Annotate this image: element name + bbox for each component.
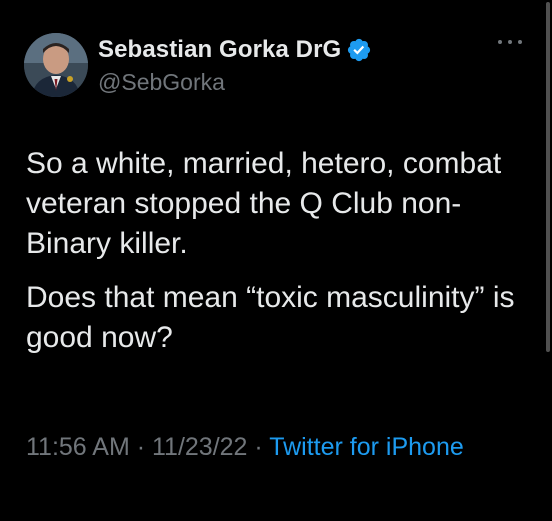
more-dot (498, 40, 502, 44)
tweet-metadata: 11:56 AM · 11/23/22 · Twitter for iPhone (26, 428, 526, 467)
more-dot (508, 40, 512, 44)
display-name-row: Sebastian Gorka DrG (98, 34, 372, 66)
tweet-source-link[interactable]: Twitter for iPhone (269, 433, 464, 461)
meta-separator: · (247, 433, 270, 461)
tweet-text: So a white, married, hetero, combat vete… (26, 144, 526, 372)
handle[interactable]: @SebGorka (98, 69, 372, 96)
verified-badge-icon (346, 37, 372, 63)
avatar[interactable] (24, 33, 88, 97)
tweet-time[interactable]: 11:56 AM (26, 433, 130, 461)
meta-separator: · (129, 433, 152, 461)
tweet-date[interactable]: 11/23/22 (152, 433, 247, 461)
avatar-image (24, 33, 88, 97)
more-options-icon[interactable] (498, 34, 522, 50)
author-names: Sebastian Gorka DrG @SebGorka (98, 34, 372, 96)
tweet-detail: Sebastian Gorka DrG @SebGorka So a white… (0, 0, 552, 521)
more-dot (518, 40, 522, 44)
tweet-paragraph: So a white, married, hetero, combat vete… (26, 147, 502, 260)
display-name[interactable]: Sebastian Gorka DrG (98, 36, 341, 64)
scrollbar[interactable] (546, 2, 550, 352)
tweet-header: Sebastian Gorka DrG @SebGorka (24, 30, 372, 100)
tweet-paragraph: Does that mean “toxic masculinity” is go… (26, 281, 515, 354)
